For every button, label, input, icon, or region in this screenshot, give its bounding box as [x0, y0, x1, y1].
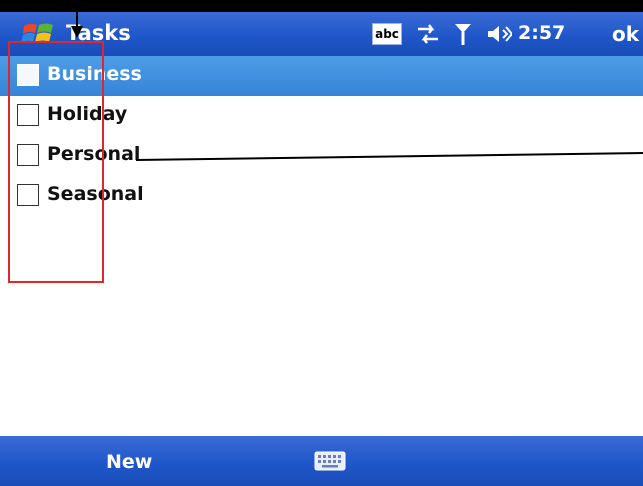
- sync-icon[interactable]: [414, 22, 442, 46]
- ok-button[interactable]: ok: [600, 18, 643, 50]
- keyboard-icon[interactable]: [314, 450, 346, 472]
- top-strip: [0, 0, 643, 12]
- clock[interactable]: 2:57: [518, 22, 565, 44]
- new-button[interactable]: New: [106, 451, 152, 473]
- input-method-indicator[interactable]: abc: [372, 23, 402, 45]
- signal-icon[interactable]: [452, 21, 474, 47]
- menu-bar: New: [0, 436, 643, 486]
- volume-icon[interactable]: [486, 23, 512, 45]
- annotation-highlight-box: [8, 41, 104, 283]
